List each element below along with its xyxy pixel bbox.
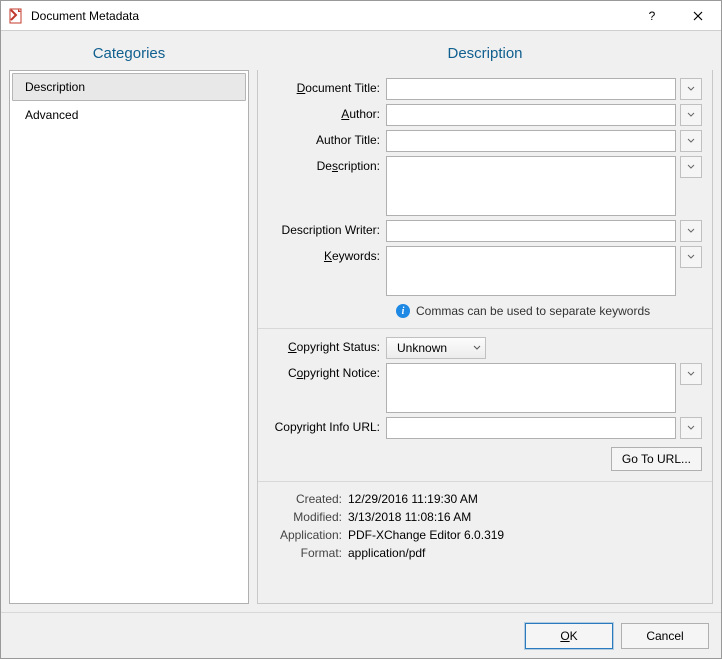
application-label: Application:: [258, 528, 348, 542]
goto-url-button[interactable]: Go To URL...: [611, 447, 702, 471]
category-item-advanced[interactable]: Advanced: [12, 101, 246, 129]
file-info: Created:12/29/2016 11:19:30 AM Modified:…: [258, 482, 712, 574]
copyright-status-label: Copyright Status:: [268, 337, 386, 354]
description-panel: Description Document Title: Author:: [257, 39, 713, 604]
info-icon: i: [396, 304, 410, 318]
author-title-label: Author Title:: [268, 130, 386, 147]
application-value: PDF-XChange Editor 6.0.319: [348, 528, 504, 542]
metadata-fields: Document Title: Author:: [258, 70, 712, 329]
modified-label: Modified:: [258, 510, 348, 524]
copyright-notice-label: Copyright Notice:: [268, 363, 386, 380]
copyright-fields: Copyright Status: Unknown Copyright Noti…: [258, 329, 712, 482]
close-button[interactable]: [675, 1, 721, 31]
categories-header: Categories: [9, 39, 249, 70]
app-icon: [9, 8, 25, 24]
author-title-dropdown[interactable]: [680, 130, 702, 152]
keywords-label: Keywords:: [268, 246, 386, 263]
modified-value: 3/13/2018 11:08:16 AM: [348, 510, 471, 524]
copyright-notice-dropdown[interactable]: [680, 363, 702, 385]
description-label: Description:: [268, 156, 386, 173]
author-title-input[interactable]: [386, 130, 676, 152]
category-item-description[interactable]: Description: [12, 73, 246, 101]
help-button[interactable]: ?: [629, 1, 675, 31]
categories-list[interactable]: Description Advanced: [9, 70, 249, 604]
description-header: Description: [257, 39, 713, 70]
cancel-button[interactable]: Cancel: [621, 623, 709, 649]
copyright-url-dropdown[interactable]: [680, 417, 702, 439]
ok-button[interactable]: OK: [525, 623, 613, 649]
keywords-hint: i Commas can be used to separate keyword…: [268, 300, 702, 322]
format-value: application/pdf: [348, 546, 425, 560]
copyright-url-input[interactable]: [386, 417, 676, 439]
format-label: Format:: [258, 546, 348, 560]
document-title-label: Document Title:: [268, 78, 386, 95]
dialog-content: Categories Description Advanced Descript…: [1, 31, 721, 612]
dialog-footer: OK Cancel: [1, 612, 721, 658]
author-dropdown[interactable]: [680, 104, 702, 126]
categories-panel: Categories Description Advanced: [9, 39, 249, 604]
keywords-input[interactable]: [386, 246, 676, 296]
form-area: Document Title: Author:: [257, 70, 713, 604]
keywords-dropdown[interactable]: [680, 246, 702, 268]
description-dropdown[interactable]: [680, 156, 702, 178]
description-writer-label: Description Writer:: [268, 220, 386, 237]
description-writer-dropdown[interactable]: [680, 220, 702, 242]
copyright-status-select[interactable]: Unknown: [386, 337, 486, 359]
created-label: Created:: [258, 492, 348, 506]
author-input[interactable]: [386, 104, 676, 126]
created-value: 12/29/2016 11:19:30 AM: [348, 492, 478, 506]
copyright-notice-input[interactable]: [386, 363, 676, 413]
description-input[interactable]: [386, 156, 676, 216]
dialog-title: Document Metadata: [31, 9, 629, 23]
keywords-hint-text: Commas can be used to separate keywords: [416, 304, 650, 318]
author-label: Author:: [268, 104, 386, 121]
document-title-input[interactable]: [386, 78, 676, 100]
description-writer-input[interactable]: [386, 220, 676, 242]
document-metadata-dialog: Document Metadata ? Categories Descripti…: [0, 0, 722, 659]
document-title-dropdown[interactable]: [680, 78, 702, 100]
titlebar: Document Metadata ?: [1, 1, 721, 31]
copyright-url-label: Copyright Info URL:: [268, 417, 386, 434]
